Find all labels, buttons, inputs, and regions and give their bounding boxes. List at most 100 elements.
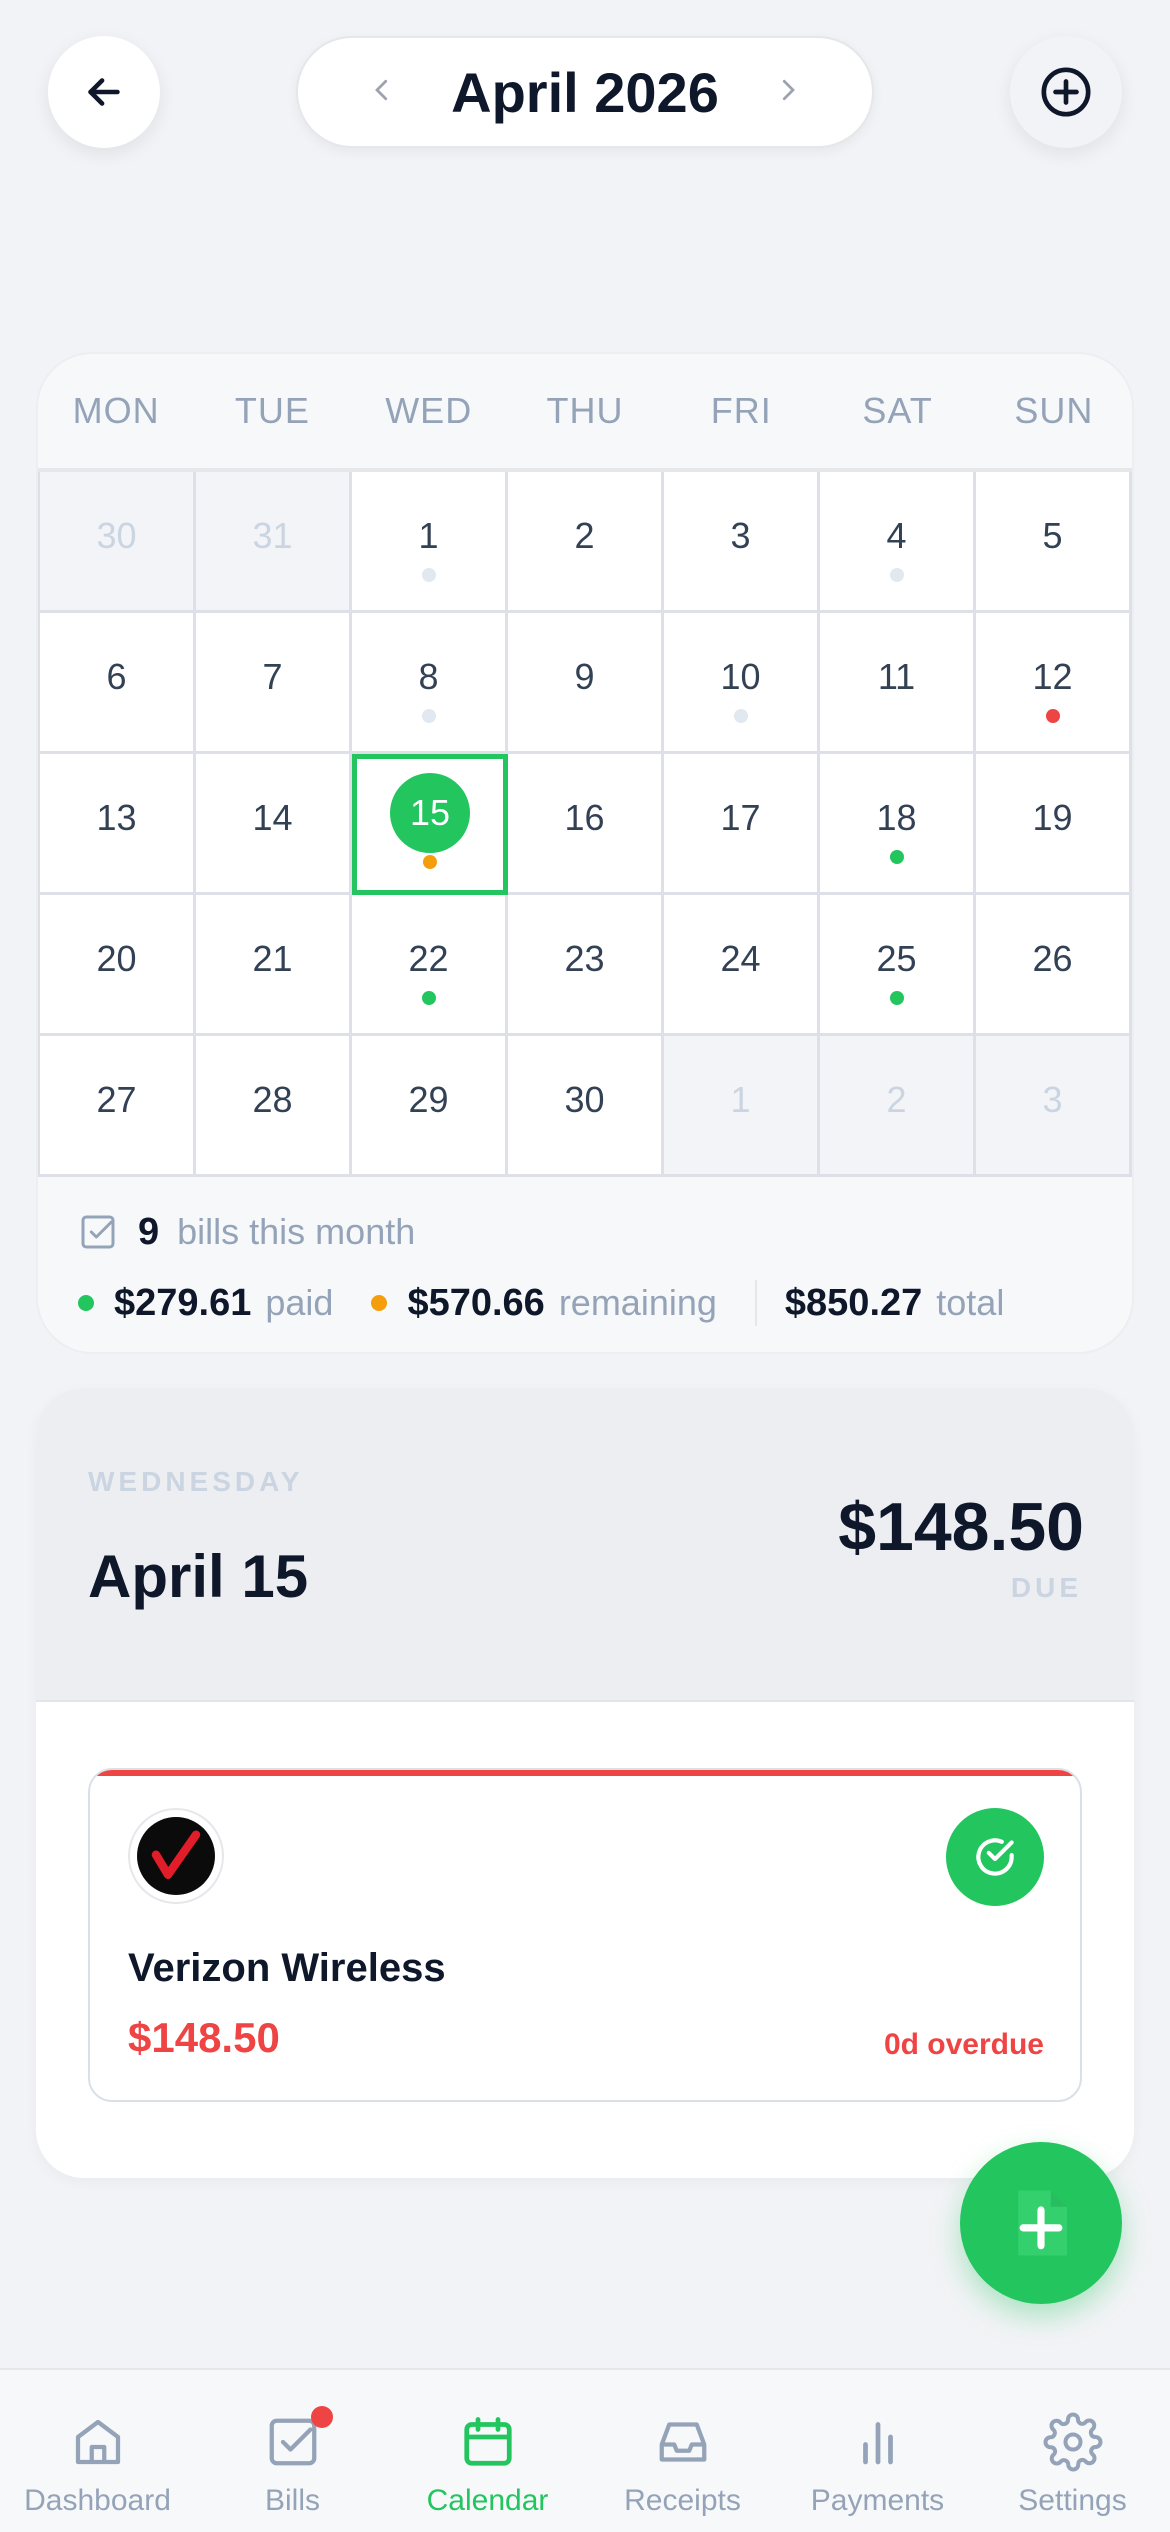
calendar-day[interactable]: 4 xyxy=(820,472,976,613)
tab-settings[interactable]: Settings xyxy=(975,2370,1170,2532)
day-number: 1 xyxy=(418,515,439,556)
calendar-day[interactable]: 5 xyxy=(976,472,1132,613)
calendar-card: MON TUE WED THU FRI SAT SUN 30 31 1 2 3 4 5 6 7 8… xyxy=(36,352,1134,1354)
check-circle-icon xyxy=(976,1838,1014,1876)
inbox-icon xyxy=(659,2422,706,2462)
bill-card[interactable]: Verizon Wireless $148.50 0d overdue xyxy=(88,1768,1082,2102)
calendar-day[interactable]: 8 xyxy=(352,613,508,754)
tab-payments[interactable]: Payments xyxy=(780,2370,975,2532)
add-receipt-fab[interactable] xyxy=(960,2142,1122,2304)
tab-bills[interactable]: Bills xyxy=(195,2370,390,2532)
weekday-label: SUN xyxy=(1014,390,1094,431)
day-number: 2 xyxy=(574,515,595,556)
calendar-day[interactable]: 21 xyxy=(196,895,352,1036)
bill-name: Verizon Wireless xyxy=(128,1946,446,1990)
calendar-day[interactable]: 3 xyxy=(664,472,820,613)
tab-receipts[interactable]: Receipts xyxy=(585,2370,780,2532)
tab-label: Payments xyxy=(810,2484,945,2517)
calendar-day[interactable]: 12 xyxy=(976,613,1132,754)
calendar-day[interactable]: 16 xyxy=(508,754,664,895)
day-number: 25 xyxy=(876,938,917,979)
chevron-left-icon xyxy=(375,79,388,100)
calendar-day[interactable]: 6 xyxy=(40,613,196,754)
day-weekday: WEDNESDAY xyxy=(88,1466,304,1497)
calendar-day[interactable]: 27 xyxy=(40,1036,196,1177)
day-number: 19 xyxy=(1032,797,1073,838)
calendar-day[interactable]: 30 xyxy=(508,1036,664,1177)
calendar-day[interactable]: 9 xyxy=(508,613,664,754)
calendar-day[interactable]: 14 xyxy=(196,754,352,895)
remaining-dot xyxy=(371,1295,388,1311)
calendar-day[interactable]: 24 xyxy=(664,895,820,1036)
bill-indicator-dot xyxy=(889,991,904,1005)
calendar-day[interactable]: 2 xyxy=(508,472,664,613)
calendar-day[interactable]: 23 xyxy=(508,895,664,1036)
calendar-day[interactable]: 22 xyxy=(352,895,508,1036)
tab-dashboard[interactable]: Dashboard xyxy=(0,2370,195,2532)
calendar-day[interactable]: 25 xyxy=(820,895,976,1036)
day-number: 30 xyxy=(96,515,137,556)
day-number: 10 xyxy=(720,656,761,697)
calendar-day[interactable]: 2 xyxy=(820,1036,976,1177)
day-number: 30 xyxy=(564,1079,605,1120)
weekday-label: TUE xyxy=(234,390,310,431)
calendar-day[interactable]: 20 xyxy=(40,895,196,1036)
bill-indicator-dot xyxy=(889,568,904,582)
calendar-day[interactable]: 28 xyxy=(196,1036,352,1177)
day-number: 31 xyxy=(252,515,293,556)
bill-count: 9 xyxy=(138,1210,160,1253)
calendar-day[interactable]: 17 xyxy=(664,754,820,895)
add-bill-button[interactable] xyxy=(1010,36,1122,148)
day-number: 12 xyxy=(1032,656,1073,697)
bill-indicator-dot xyxy=(421,991,436,1005)
day-number: 11 xyxy=(877,656,916,697)
tab-calendar[interactable]: Calendar xyxy=(390,2370,585,2532)
calendar-day[interactable]: 10 xyxy=(664,613,820,754)
day-number: 3 xyxy=(730,515,751,556)
day-due-amount: $148.50 xyxy=(838,1489,1084,1565)
day-date: April 15 xyxy=(88,1543,309,1610)
day-number: 3 xyxy=(1042,1079,1063,1120)
day-number: 24 xyxy=(720,938,761,979)
day-number: 21 xyxy=(252,938,293,979)
calendar-day[interactable]: 1 xyxy=(352,472,508,613)
calendar-day[interactable]: 3 xyxy=(976,1036,1132,1177)
bottom-tab-bar: Dashboard Bills Calendar Receipts Paymen… xyxy=(0,2368,1170,2532)
day-number: 14 xyxy=(252,797,293,838)
calendar-day[interactable]: 7 xyxy=(196,613,352,754)
bill-status: 0d overdue xyxy=(883,2028,1044,2061)
month-summary: 9 bills this month $279.61 paid $570.66 … xyxy=(38,1177,1132,1333)
day-number: 4 xyxy=(886,515,907,556)
back-button[interactable] xyxy=(48,36,160,148)
calendar-day[interactable]: 26 xyxy=(976,895,1132,1036)
bill-indicator-dot xyxy=(1045,709,1060,723)
day-number: 17 xyxy=(720,797,761,838)
calendar-day[interactable]: 30 xyxy=(40,472,196,613)
calendar-day[interactable]: 31 xyxy=(196,472,352,613)
add-document-icon xyxy=(1018,2190,1067,2256)
calendar-day[interactable]: 13 xyxy=(40,754,196,895)
bill-indicator-dot xyxy=(423,855,437,869)
calendar-day[interactable]: 11 xyxy=(820,613,976,754)
tab-label: Settings xyxy=(1018,2484,1127,2517)
mark-paid-button[interactable] xyxy=(946,1808,1044,1906)
bill-amount: $148.50 xyxy=(128,2014,280,2061)
day-number: 28 xyxy=(252,1079,293,1120)
day-number: 20 xyxy=(96,938,137,979)
weekday-header: MON TUE WED THU FRI SAT SUN xyxy=(38,354,1132,472)
notification-badge xyxy=(310,2406,333,2428)
day-number: 29 xyxy=(408,1079,449,1120)
calendar-day-selected[interactable]: 15 xyxy=(352,754,508,895)
day-header: WEDNESDAY April 15 $148.50 DUE xyxy=(36,1388,1134,1702)
calendar-day[interactable]: 19 xyxy=(976,754,1132,895)
day-number: 23 xyxy=(564,938,605,979)
day-number: 15 xyxy=(390,773,470,853)
calendar-day[interactable]: 1 xyxy=(664,1036,820,1177)
paid-label: paid xyxy=(265,1282,334,1323)
prev-month-button[interactable] xyxy=(362,70,402,115)
next-month-button[interactable] xyxy=(768,70,808,115)
calendar-day[interactable]: 18 xyxy=(820,754,976,895)
selected-day-card: WEDNESDAY April 15 $148.50 DUE Verizon W… xyxy=(36,1388,1134,2178)
calendar-day[interactable]: 29 xyxy=(352,1036,508,1177)
plus-circle-icon xyxy=(1041,67,1091,117)
